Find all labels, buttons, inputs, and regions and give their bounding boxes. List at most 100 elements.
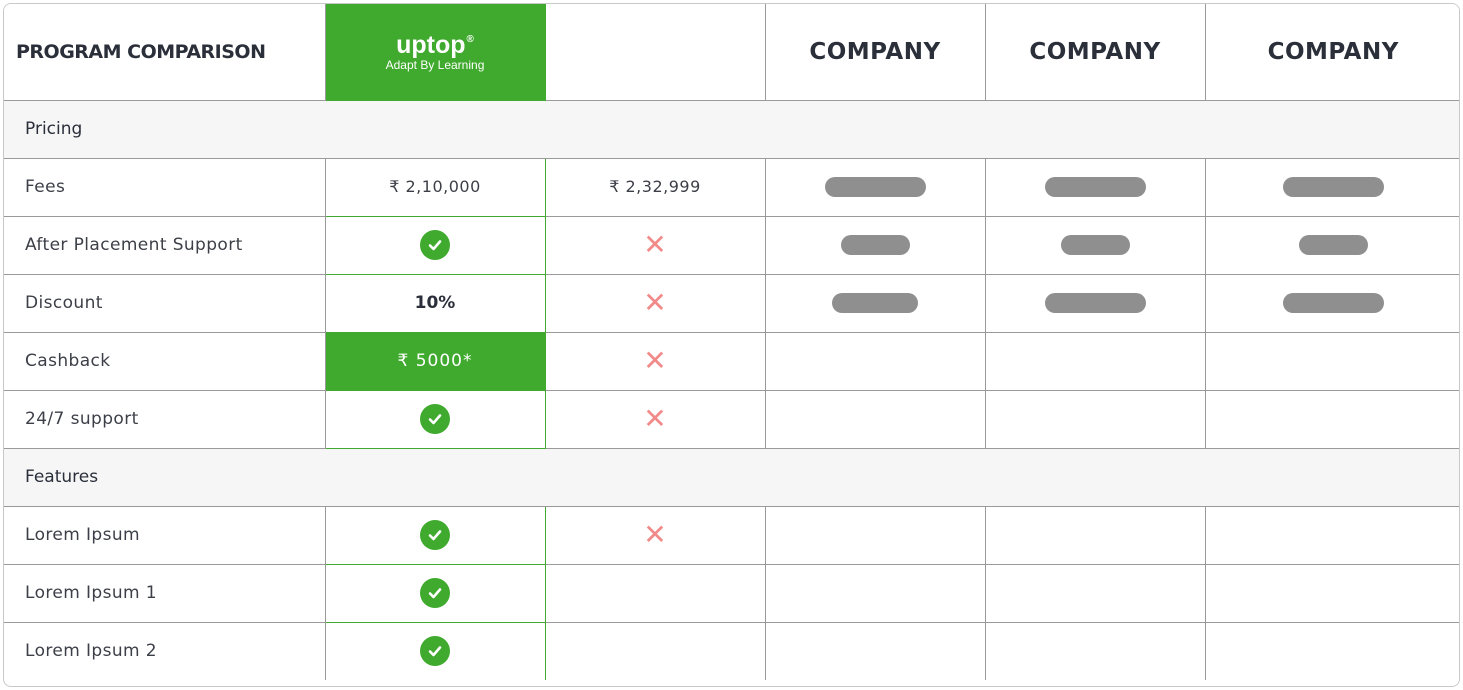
redacted-cell	[1204, 215, 1459, 275]
competitor-fee: ₹ 2,32,999	[609, 177, 701, 196]
uptop-cell	[324, 215, 546, 275]
competitor-fee-cell: ₹ 2,32,999	[544, 157, 766, 217]
redacted-cell	[764, 157, 986, 217]
uptop-cell	[324, 563, 546, 623]
redacted-placeholder	[832, 293, 918, 313]
competitor-cell: ✕	[544, 273, 766, 333]
registered-mark: ®	[466, 33, 474, 45]
table-row-discount: Discount 10% ✕	[4, 273, 1459, 333]
table-row-lorem: Lorem Ipsum ✕	[4, 505, 1459, 565]
empty-cell	[984, 621, 1206, 680]
company-label: COMPANY	[1267, 38, 1399, 65]
uptop-cell	[324, 389, 546, 449]
uptop-logo: uptop ®	[396, 32, 474, 58]
table-title: PROGRAM COMPARISON	[16, 40, 266, 63]
redacted-placeholder	[840, 235, 910, 255]
competitor-cell: ✕	[544, 331, 766, 391]
redacted-placeholder	[1282, 177, 1384, 197]
redacted-placeholder	[824, 177, 926, 197]
redacted-cell	[1204, 273, 1459, 333]
table-title-cell: PROGRAM COMPARISON	[4, 4, 326, 101]
table-row-fees: Fees ₹ 2,10,000 ₹ 2,32,999	[4, 157, 1459, 217]
competitor-cell: ✕	[544, 215, 766, 275]
check-circle-icon	[420, 636, 450, 667]
company-label: COMPANY	[809, 38, 941, 65]
check-circle-icon	[420, 230, 450, 260]
row-label: Lorem Ipsum 2	[4, 621, 326, 680]
row-label: Lorem Ipsum	[4, 505, 326, 565]
competitor-cell: ✕	[544, 389, 766, 449]
uptop-cell	[324, 621, 546, 680]
company-header-3: COMPANY	[1204, 4, 1459, 101]
empty-cell	[764, 505, 986, 565]
company-header-2: COMPANY	[984, 4, 1206, 101]
uptop-cashback: ₹ 5000*	[397, 351, 473, 371]
redacted-cell	[764, 273, 986, 333]
uptop-discount-cell: 10%	[324, 273, 546, 333]
empty-cell	[1204, 331, 1459, 391]
redacted-cell	[984, 273, 1206, 333]
table-row-lorem-2: Lorem Ipsum 2	[4, 621, 1459, 680]
uptop-cashback-cell: ₹ 5000*	[324, 331, 546, 391]
empty-cell	[1204, 563, 1459, 623]
empty-cell	[1204, 621, 1459, 680]
redacted-cell	[1204, 157, 1459, 217]
redacted-cell	[984, 157, 1206, 217]
company-label: COMPANY	[1029, 38, 1161, 65]
check-circle-icon	[420, 578, 450, 608]
section-row-pricing: Pricing	[4, 99, 1459, 159]
section-title-features: Features	[4, 447, 1459, 507]
row-label: Discount	[4, 273, 326, 333]
redacted-cell	[984, 215, 1206, 275]
row-label: Lorem Ipsum 1	[4, 563, 326, 623]
redacted-placeholder	[1044, 293, 1146, 313]
cross-icon: ✕	[643, 402, 667, 435]
empty-cell	[984, 389, 1206, 449]
uptop-fee-cell: ₹ 2,10,000	[324, 157, 546, 217]
empty-cell	[544, 621, 766, 680]
comparison-table: PROGRAM COMPARISON uptop ® Adapt By Learn…	[4, 4, 1459, 680]
brand-name: uptop	[396, 30, 466, 59]
empty-cell	[764, 563, 986, 623]
cross-icon: ✕	[643, 286, 667, 319]
cross-icon: ✕	[643, 228, 667, 261]
empty-cell	[1204, 389, 1459, 449]
empty-cell	[764, 331, 986, 391]
cross-icon: ✕	[643, 518, 667, 551]
section-title-pricing: Pricing	[4, 99, 1459, 159]
empty-cell	[984, 505, 1206, 565]
brand-tagline: Adapt By Learning	[385, 57, 485, 72]
table-row-lorem-1: Lorem Ipsum 1	[4, 563, 1459, 623]
comparison-table-frame: PROGRAM COMPARISON uptop ® Adapt By Learn…	[3, 3, 1460, 687]
redacted-placeholder	[1044, 177, 1146, 197]
table-row-support: 24/7 support ✕	[4, 389, 1459, 449]
redacted-placeholder	[1282, 293, 1384, 313]
uptop-brand-cell: uptop ® Adapt By Learning	[324, 4, 546, 101]
empty-cell	[984, 331, 1206, 391]
competitor-cell: ✕	[544, 505, 766, 565]
check-circle-icon	[420, 404, 450, 434]
row-label: After Placement Support	[4, 215, 326, 275]
empty-cell	[764, 621, 986, 680]
company-header-1: COMPANY	[764, 4, 986, 101]
row-label: Cashback	[4, 331, 326, 391]
check-circle-icon	[420, 520, 450, 550]
empty-cell	[984, 563, 1206, 623]
empty-cell	[1204, 505, 1459, 565]
table-row-cashback: Cashback ₹ 5000* ✕	[4, 331, 1459, 391]
row-label: 24/7 support	[4, 389, 326, 449]
table-row-after-placement: After Placement Support ✕	[4, 215, 1459, 275]
empty-cell	[764, 389, 986, 449]
section-row-features: Features	[4, 447, 1459, 507]
row-label: Fees	[4, 157, 326, 217]
redacted-cell	[764, 215, 986, 275]
competitor-header-cell	[544, 4, 766, 101]
redacted-placeholder	[1298, 235, 1368, 255]
redacted-placeholder	[1060, 235, 1130, 255]
cross-icon: ✕	[643, 344, 667, 377]
uptop-fee: ₹ 2,10,000	[389, 177, 481, 196]
empty-cell	[544, 563, 766, 623]
uptop-cell	[324, 505, 546, 565]
header-row: PROGRAM COMPARISON uptop ® Adapt By Learn…	[4, 4, 1459, 101]
uptop-discount: 10%	[414, 293, 456, 313]
